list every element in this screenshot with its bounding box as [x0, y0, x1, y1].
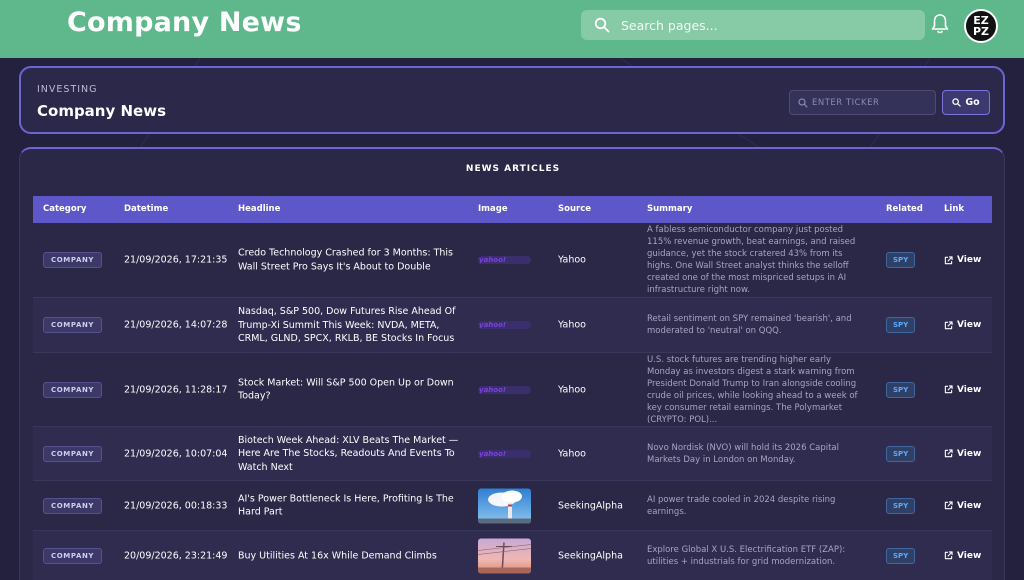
source-cell: SeekingAlpha [558, 550, 623, 561]
category-badge: COMPANY [43, 252, 103, 268]
table-row: COMPANY 21/09/2026, 17:21:35 Credo Techn… [33, 223, 992, 298]
view-link[interactable]: View [944, 255, 981, 265]
power-lines-photo-image [478, 538, 531, 573]
avatar-text-bottom: PZ [972, 25, 990, 38]
app-title: Company News [67, 7, 302, 38]
yahoo-logo-image: yahoo! [478, 256, 531, 264]
table-row: COMPANY 21/09/2026, 11:28:17 Stock Marke… [33, 353, 992, 427]
datetime-cell: 21/09/2026, 17:21:35 [124, 254, 228, 266]
related-badge[interactable]: SPY [886, 547, 916, 564]
related-badge[interactable]: SPY [886, 252, 916, 268]
summary-cell: AI power trade cooled in 2024 despite ri… [647, 494, 836, 517]
headline-cell: Credo Technology Crashed for 3 Months: T… [238, 247, 454, 273]
column-header-related: Related [886, 204, 923, 214]
table-row: COMPANY 21/09/2026, 10:07:04 Biotech Wee… [33, 427, 992, 481]
external-link-icon [944, 255, 953, 264]
search-icon [952, 98, 962, 107]
table-row: COMPANY 21/09/2026, 14:07:28 Nasdaq, S&P… [33, 298, 992, 353]
view-link[interactable]: View [944, 551, 981, 561]
headline-cell: Buy Utilities At 16x While Demand Climbs [238, 549, 437, 561]
external-link-icon [944, 385, 953, 394]
datetime-cell: 20/09/2026, 23:21:49 [124, 550, 228, 561]
breadcrumb: INVESTING [37, 84, 98, 95]
summary-cell: Retail sentiment on SPY remained 'bearis… [647, 314, 852, 336]
column-header-source: Source [558, 204, 592, 214]
headline-cell: Biotech Week Ahead: XLV Beats The Market… [238, 434, 459, 473]
external-link-icon [944, 449, 953, 458]
page-title: Company News [37, 102, 166, 120]
source-cell: Yahoo [558, 384, 586, 395]
bell-icon[interactable] [930, 13, 950, 35]
summary-cell: U.S. stock futures are trending higher e… [647, 354, 858, 425]
yahoo-logo-image: yahoo! [478, 385, 531, 394]
category-badge: COMPANY [43, 317, 103, 333]
table-row: COMPANY 20/09/2026, 23:21:49 Buy Utiliti… [33, 531, 992, 580]
category-badge: COMPANY [43, 381, 103, 398]
column-header-datetime: Datetime [124, 204, 169, 214]
column-header-headline: Headline [238, 204, 281, 214]
smokestack-photo-image [478, 488, 531, 523]
datetime-cell: 21/09/2026, 10:07:04 [124, 448, 228, 459]
view-link-label: View [957, 550, 982, 561]
related-badge[interactable]: SPY [886, 317, 916, 333]
go-button[interactable]: Go [942, 90, 990, 115]
search-input[interactable] [621, 10, 911, 40]
view-link-label: View [957, 448, 982, 459]
search-icon [594, 17, 610, 33]
related-badge[interactable]: SPY [886, 445, 916, 462]
ticker-box[interactable] [789, 90, 936, 115]
external-link-icon [944, 551, 953, 560]
view-link[interactable]: View [944, 449, 981, 459]
yahoo-logo-image: yahoo! [478, 449, 531, 458]
view-link-label: View [957, 255, 982, 265]
view-link[interactable]: View [944, 501, 981, 511]
top-bar: Company News EZ PZ [0, 0, 1024, 58]
summary-cell: A fabless semiconductor company just pos… [647, 225, 856, 295]
search-box[interactable] [581, 10, 925, 40]
column-header-link: Link [944, 204, 965, 214]
headline-cell: Stock Market: Will S&P 500 Open Up or Do… [238, 377, 454, 402]
datetime-cell: 21/09/2026, 11:28:17 [124, 384, 228, 395]
column-header-summary: Summary [647, 204, 693, 214]
panel-title: NEWS ARTICLES [465, 164, 561, 174]
source-cell: SeekingAlpha [558, 500, 623, 511]
related-badge[interactable]: SPY [886, 497, 916, 514]
source-cell: Yahoo [558, 319, 586, 331]
view-link[interactable]: View [944, 385, 981, 395]
category-badge: COMPANY [43, 445, 103, 462]
column-header-image: Image [478, 204, 508, 214]
headline-cell: Nasdaq, S&P 500, Dow Futures Rise Ahead … [238, 305, 456, 344]
summary-cell: Novo Nordisk (NVO) will hold its 2026 Ca… [647, 442, 840, 465]
avatar[interactable]: EZ PZ [964, 9, 998, 43]
external-link-icon [944, 320, 953, 329]
category-badge: COMPANY [43, 497, 103, 514]
external-link-icon [944, 501, 953, 510]
column-header-category: Category [43, 204, 87, 214]
source-cell: Yahoo [558, 448, 586, 459]
view-link-label: View [957, 384, 982, 395]
datetime-cell: 21/09/2026, 14:07:28 [124, 319, 228, 331]
view-link-label: View [957, 500, 982, 511]
page-header-card: INVESTING Company News Go [19, 66, 1005, 134]
datetime-cell: 21/09/2026, 00:18:33 [124, 500, 228, 511]
go-button-label: Go [965, 97, 980, 108]
view-link-label: View [957, 320, 982, 330]
summary-cell: Explore Global X U.S. Electrification ET… [647, 544, 846, 567]
table-row: COMPANY 21/09/2026, 00:18:33 AI's Power … [33, 481, 992, 531]
category-badge: COMPANY [43, 547, 103, 564]
related-badge[interactable]: SPY [886, 381, 916, 398]
news-panel: NEWS ARTICLES Category Datetime Headline… [19, 147, 1005, 580]
table-header: Category Datetime Headline Image Source … [33, 196, 992, 223]
headline-cell: AI's Power Bottleneck Is Here, Profiting… [238, 493, 454, 518]
search-icon [798, 98, 808, 108]
ticker-input[interactable] [812, 91, 930, 114]
view-link[interactable]: View [944, 320, 981, 330]
source-cell: Yahoo [558, 254, 586, 266]
yahoo-logo-image: yahoo! [478, 321, 531, 329]
